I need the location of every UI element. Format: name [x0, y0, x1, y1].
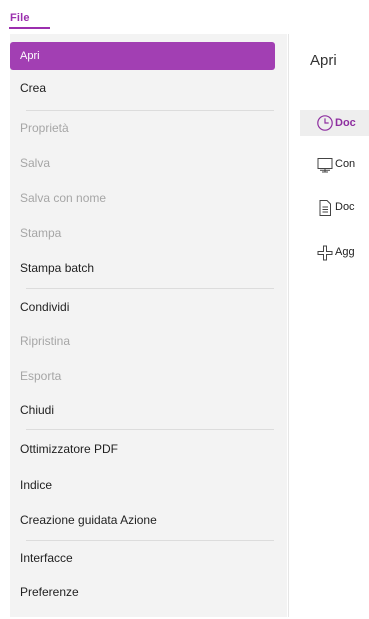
add-location-icon	[317, 245, 333, 261]
panel-title: Apri	[310, 52, 337, 69]
nav-item-salva-con-nome: Salva con nome	[20, 191, 107, 205]
menu-bar: File	[0, 0, 369, 34]
open-option-label: Doc	[335, 117, 356, 129]
panel-separator	[288, 34, 289, 617]
file-menu-tab[interactable]: File	[10, 12, 30, 24]
document-icon	[319, 200, 331, 216]
nav-item-proprieta: Proprietà	[20, 121, 69, 135]
nav-divider	[26, 288, 274, 289]
nav-item-creazione-guidata-azione[interactable]: Creazione guidata Azione	[10, 505, 275, 535]
open-option-recent-documents[interactable]: Doc	[300, 110, 369, 136]
open-option-label: Agg	[335, 246, 355, 258]
nav-item-chiudi[interactable]: Chiudi	[10, 395, 275, 425]
nav-item-ottimizzatore-pdf[interactable]: Ottimizzatore PDF	[10, 434, 275, 464]
nav-item-indice[interactable]: Indice	[10, 470, 275, 500]
open-option-add-location[interactable]: Agg	[300, 240, 369, 264]
open-option-label: Con	[335, 158, 356, 170]
file-tab-underline	[9, 27, 50, 29]
open-option-computer[interactable]: Con	[300, 152, 369, 176]
nav-item-crea[interactable]: Crea	[10, 73, 275, 103]
nav-item-ripristina: Ripristina	[20, 334, 71, 348]
nav-divider	[26, 429, 274, 430]
computer-icon	[317, 158, 333, 173]
nav-item-apri[interactable]: Apri	[10, 42, 275, 70]
nav-item-esporta: Esporta	[20, 369, 62, 383]
nav-item-condividi[interactable]: Condividi	[10, 292, 275, 322]
nav-item-stampa-batch[interactable]: Stampa batch	[10, 253, 275, 283]
nav-item-salva: Salva	[20, 156, 51, 170]
open-option-label: Doc	[335, 201, 355, 213]
open-option-documents[interactable]: Doc	[300, 195, 369, 219]
nav-item-stampa: Stampa	[20, 226, 62, 240]
nav-divider	[26, 540, 274, 541]
nav-item-interfacce[interactable]: Interfacce	[10, 543, 275, 573]
clock-icon	[317, 115, 333, 131]
nav-divider	[26, 110, 274, 111]
nav-item-preferenze[interactable]: Preferenze	[10, 577, 275, 607]
